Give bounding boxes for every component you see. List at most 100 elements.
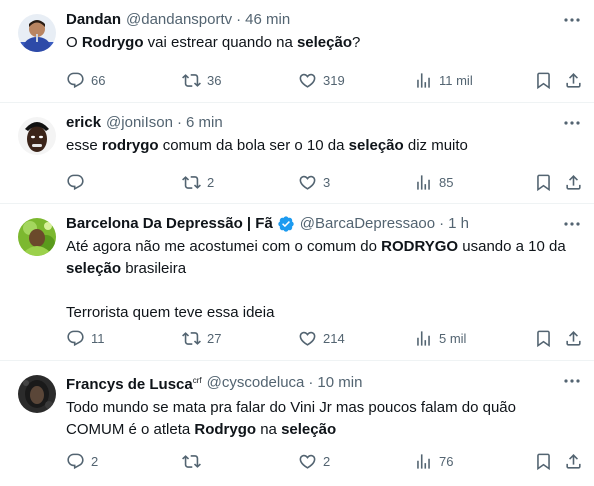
timeline-feed: Dandan @dandansportv · 46 min O Rodrygo … — [0, 0, 594, 486]
tweet-actions: 11 27 214 5 mil — [66, 326, 586, 350]
bookmark-button[interactable] — [534, 68, 553, 92]
verified-badge-icon — [277, 215, 295, 233]
author-name[interactable]: Barcelona Da Depressão | Fã — [66, 214, 273, 234]
like-icon — [298, 452, 317, 471]
highlighted-term: seleção — [66, 260, 122, 277]
highlighted-term: seleção — [281, 421, 337, 438]
like-count: 2 — [323, 453, 331, 469]
replie-count: 2 — [91, 453, 99, 469]
highlighted-term: Rodrygo — [194, 421, 257, 438]
like-icon — [298, 173, 317, 192]
share-button[interactable] — [564, 326, 583, 350]
more-icon[interactable] — [562, 113, 582, 133]
retweet-icon — [182, 452, 201, 471]
like-button[interactable]: 3 — [298, 170, 330, 194]
tweet-content: Francys de Luscacrf @cyscodeluca · 10 mi… — [66, 371, 582, 441]
bookmark-button[interactable] — [534, 170, 553, 194]
reply-button[interactable] — [66, 170, 91, 194]
share-button[interactable] — [564, 68, 583, 92]
like-icon — [298, 71, 317, 90]
tweet-header: erick @joniIson · 6 min — [66, 113, 582, 133]
bookmark-icon — [534, 329, 553, 348]
highlighted-term: Rodrygo — [81, 34, 144, 51]
tweet[interactable]: Francys de Luscacrf @cyscodeluca · 10 mi… — [0, 361, 594, 486]
tweet[interactable]: Dandan @dandansportv · 46 min O Rodrygo … — [0, 0, 594, 103]
more-icon[interactable] — [562, 371, 582, 391]
bookmark-button[interactable] — [534, 326, 553, 350]
views-button[interactable]: 5 mil — [414, 326, 466, 350]
reply-icon — [66, 173, 85, 192]
views-button[interactable]: 76 — [414, 449, 453, 473]
like-button[interactable]: 214 — [298, 326, 345, 350]
author-handle[interactable]: @joniIson — [106, 113, 173, 133]
share-button[interactable] — [564, 449, 583, 473]
author-name[interactable]: Francys de Luscacrf — [66, 371, 202, 395]
avatar[interactable] — [18, 117, 56, 155]
avatar[interactable] — [18, 14, 56, 52]
tweet-content: erick @joniIson · 6 min esse rodrygo com… — [66, 113, 582, 157]
retweet-count: 36 — [207, 72, 222, 88]
highlighted-term: seleção — [296, 34, 352, 51]
retweet-button[interactable]: 36 — [182, 68, 221, 92]
avatar[interactable] — [18, 218, 56, 256]
bookmark-icon — [534, 71, 553, 90]
bookmark-icon — [534, 452, 553, 471]
like-button[interactable]: 2 — [298, 449, 330, 473]
views-button[interactable]: 11 mil — [414, 68, 473, 92]
author-name[interactable]: Dandan — [66, 10, 121, 30]
reply-icon — [66, 71, 85, 90]
retweet-button[interactable]: 27 — [182, 326, 221, 350]
share-icon — [564, 452, 583, 471]
share-button[interactable] — [564, 170, 583, 194]
views-icon — [414, 173, 433, 192]
retweet-button[interactable]: 2 — [182, 170, 214, 194]
view-count: 85 — [439, 174, 454, 190]
share-icon — [564, 173, 583, 192]
separator-dot: · — [176, 114, 182, 131]
replie-count: 11 — [91, 330, 105, 346]
tweet[interactable]: Barcelona Da Depressão | Fã @BarcaDepres… — [0, 204, 594, 361]
tweet-text: esse rodrygo comum da bola ser o 10 da s… — [66, 137, 468, 154]
tweet-text: Todo mundo se mata pra falar do Vini Jr … — [66, 399, 516, 438]
more-icon[interactable] — [562, 214, 582, 234]
tweet-header: Francys de Luscacrf @cyscodeluca · 10 mi… — [66, 371, 582, 395]
tweet[interactable]: erick @joniIson · 6 min esse rodrygo com… — [0, 103, 594, 204]
highlighted-term: rodrygo — [101, 137, 159, 154]
views-button[interactable]: 85 — [414, 170, 453, 194]
author-handle[interactable]: @cyscodeluca — [207, 373, 305, 393]
separator-dot: · — [236, 11, 242, 28]
reply-button[interactable]: 66 — [66, 68, 105, 92]
timestamp[interactable]: 6 min — [186, 113, 223, 133]
like-icon — [298, 329, 317, 348]
author-handle[interactable]: @dandansportv — [126, 10, 232, 30]
author-name[interactable]: erick — [66, 113, 101, 133]
tweet-text: O Rodrygo vai estrear quando na seleção? — [66, 34, 361, 51]
avatar[interactable] — [18, 375, 56, 413]
tweet-content: Barcelona Da Depressão | Fã @BarcaDepres… — [66, 214, 582, 324]
reply-icon — [66, 329, 85, 348]
highlighted-term: seleção — [348, 137, 404, 154]
share-icon — [564, 71, 583, 90]
name-superscript: crf — [192, 376, 202, 385]
timestamp[interactable]: 46 min — [245, 10, 290, 30]
replie-count: 66 — [91, 72, 106, 88]
timestamp[interactable]: 10 min — [317, 373, 362, 393]
retweet-icon — [182, 173, 201, 192]
timestamp[interactable]: 1 h — [448, 214, 469, 234]
tweet-actions: 2 2 76 — [66, 449, 586, 473]
reply-button[interactable]: 11 — [66, 326, 105, 350]
retweet-button[interactable] — [182, 449, 207, 473]
view-count: 5 mil — [439, 330, 467, 346]
more-icon[interactable] — [562, 10, 582, 30]
separator-dot: · — [439, 215, 445, 232]
reply-button[interactable]: 2 — [66, 449, 98, 473]
share-icon — [564, 329, 583, 348]
tweet-header: Barcelona Da Depressão | Fã @BarcaDepres… — [66, 214, 582, 234]
tweet-actions: 66 36 319 11 mil — [66, 68, 586, 92]
like-count: 319 — [323, 72, 345, 88]
tweet-actions: 2 3 85 — [66, 170, 586, 194]
like-count: 214 — [323, 330, 345, 346]
author-handle[interactable]: @BarcaDepressaoo — [300, 214, 435, 234]
like-button[interactable]: 319 — [298, 68, 345, 92]
bookmark-button[interactable] — [534, 449, 553, 473]
